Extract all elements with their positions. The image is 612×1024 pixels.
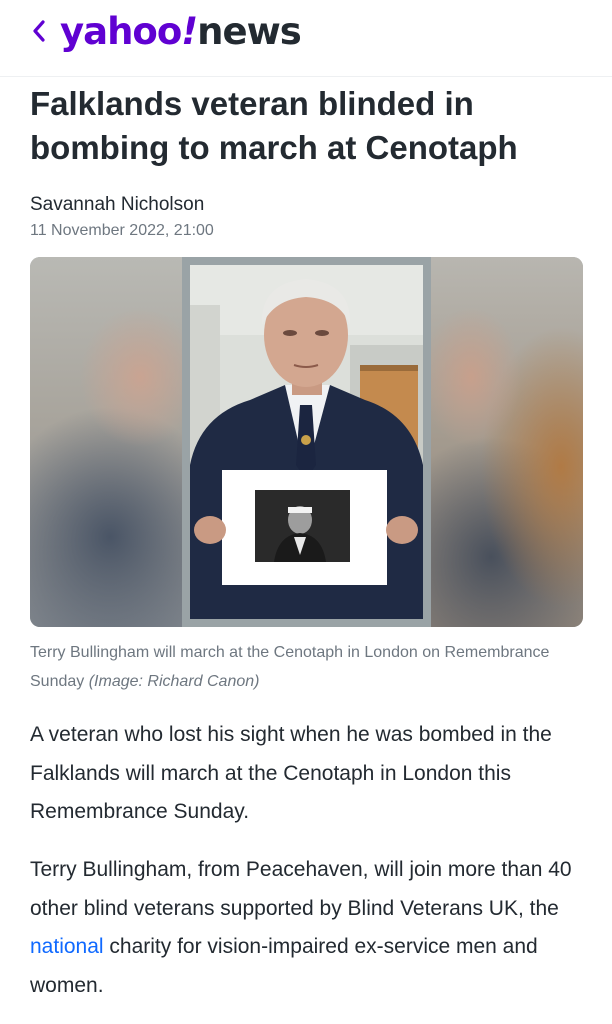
- article-paragraph: A veteran who lost his sight when he was…: [30, 723, 552, 823]
- paragraph-text: charity for vision-impaired ex-service m…: [30, 935, 538, 997]
- article-paragraph: Terry Bullingham, from Peacehaven, will …: [30, 851, 590, 1005]
- veteran-photo: [190, 265, 423, 619]
- national-link[interactable]: national: [30, 935, 104, 958]
- top-bar: yahoo!news: [0, 0, 612, 77]
- image-blur-backdrop-left: [30, 257, 182, 627]
- article-image[interactable]: [30, 257, 583, 627]
- chevron-left-icon: [33, 20, 45, 42]
- article-headline: Falklands veteran blinded in bombing to …: [30, 85, 518, 166]
- veteran-portrait-illustration: [190, 265, 423, 619]
- image-caption: Terry Bullingham will march at the Cenot…: [30, 638, 586, 696]
- logo-bang: !: [181, 10, 198, 53]
- article-date: 11 November 2022, 21:00: [30, 222, 214, 239]
- image-blur-backdrop-right: [431, 257, 583, 627]
- logo-brand: yahoo: [60, 10, 182, 53]
- back-button[interactable]: [26, 14, 52, 48]
- image-credit: (Image: Richard Canon): [88, 673, 260, 690]
- article-author[interactable]: Savannah Nicholson: [30, 194, 204, 216]
- yahoo-news-logo[interactable]: yahoo!news: [60, 10, 302, 53]
- paragraph-text: Terry Bullingham, from Peacehaven, will …: [30, 858, 572, 920]
- logo-section: news: [197, 10, 302, 53]
